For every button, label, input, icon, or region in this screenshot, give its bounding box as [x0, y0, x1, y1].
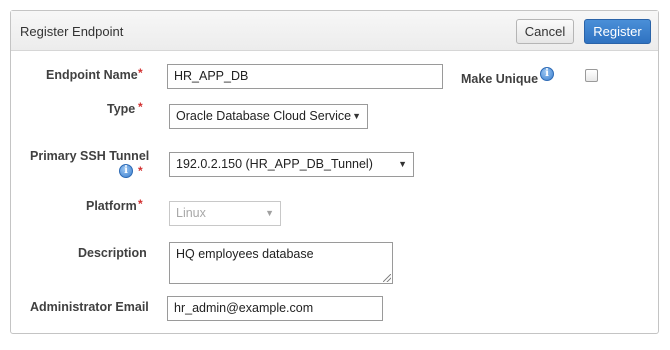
- description-value: HQ employees database: [176, 247, 314, 261]
- type-select-value: Oracle Database Cloud Service: [176, 109, 352, 123]
- endpoint-name-label: Endpoint Name: [46, 68, 138, 82]
- cancel-button[interactable]: Cancel: [516, 19, 574, 44]
- description-textarea[interactable]: HQ employees database: [169, 242, 393, 284]
- endpoint-name-input[interactable]: HR_APP_DB: [167, 64, 443, 89]
- make-unique-label: Make Unique: [461, 72, 539, 86]
- type-required-marker: *: [138, 100, 143, 114]
- type-label: Type: [107, 102, 136, 116]
- platform-required-marker: *: [138, 197, 143, 211]
- register-button[interactable]: Register: [584, 19, 651, 44]
- resize-handle-icon[interactable]: [383, 274, 391, 282]
- make-unique-checkbox[interactable]: [585, 69, 598, 82]
- platform-label: Platform: [86, 199, 137, 213]
- platform-select-value: Linux: [176, 206, 206, 220]
- ssh-tunnel-required-marker: *: [138, 164, 143, 178]
- chevron-down-icon: ▼: [352, 111, 361, 121]
- dialog-title: Register Endpoint: [20, 24, 124, 39]
- dialog-header: Register Endpoint Cancel Register: [11, 11, 658, 51]
- ssh-tunnel-label: Primary SSH Tunnel: [30, 149, 150, 163]
- endpoint-name-required-marker: *: [138, 66, 143, 80]
- description-label: Description: [78, 246, 147, 260]
- chevron-down-icon: ▼: [265, 208, 274, 218]
- chevron-down-icon: ▼: [398, 159, 407, 169]
- admin-email-label: Administrator Email: [30, 300, 149, 314]
- platform-select[interactable]: Linux ▼: [169, 201, 281, 226]
- ssh-tunnel-select-value: 192.0.2.150 (HR_APP_DB_Tunnel): [176, 157, 373, 171]
- ssh-tunnel-select[interactable]: 192.0.2.150 (HR_APP_DB_Tunnel) ▼: [169, 152, 414, 177]
- info-icon[interactable]: i: [540, 67, 554, 81]
- admin-email-input[interactable]: hr_admin@example.com: [167, 296, 383, 321]
- type-select[interactable]: Oracle Database Cloud Service ▼: [169, 104, 368, 129]
- info-icon[interactable]: i: [119, 164, 133, 178]
